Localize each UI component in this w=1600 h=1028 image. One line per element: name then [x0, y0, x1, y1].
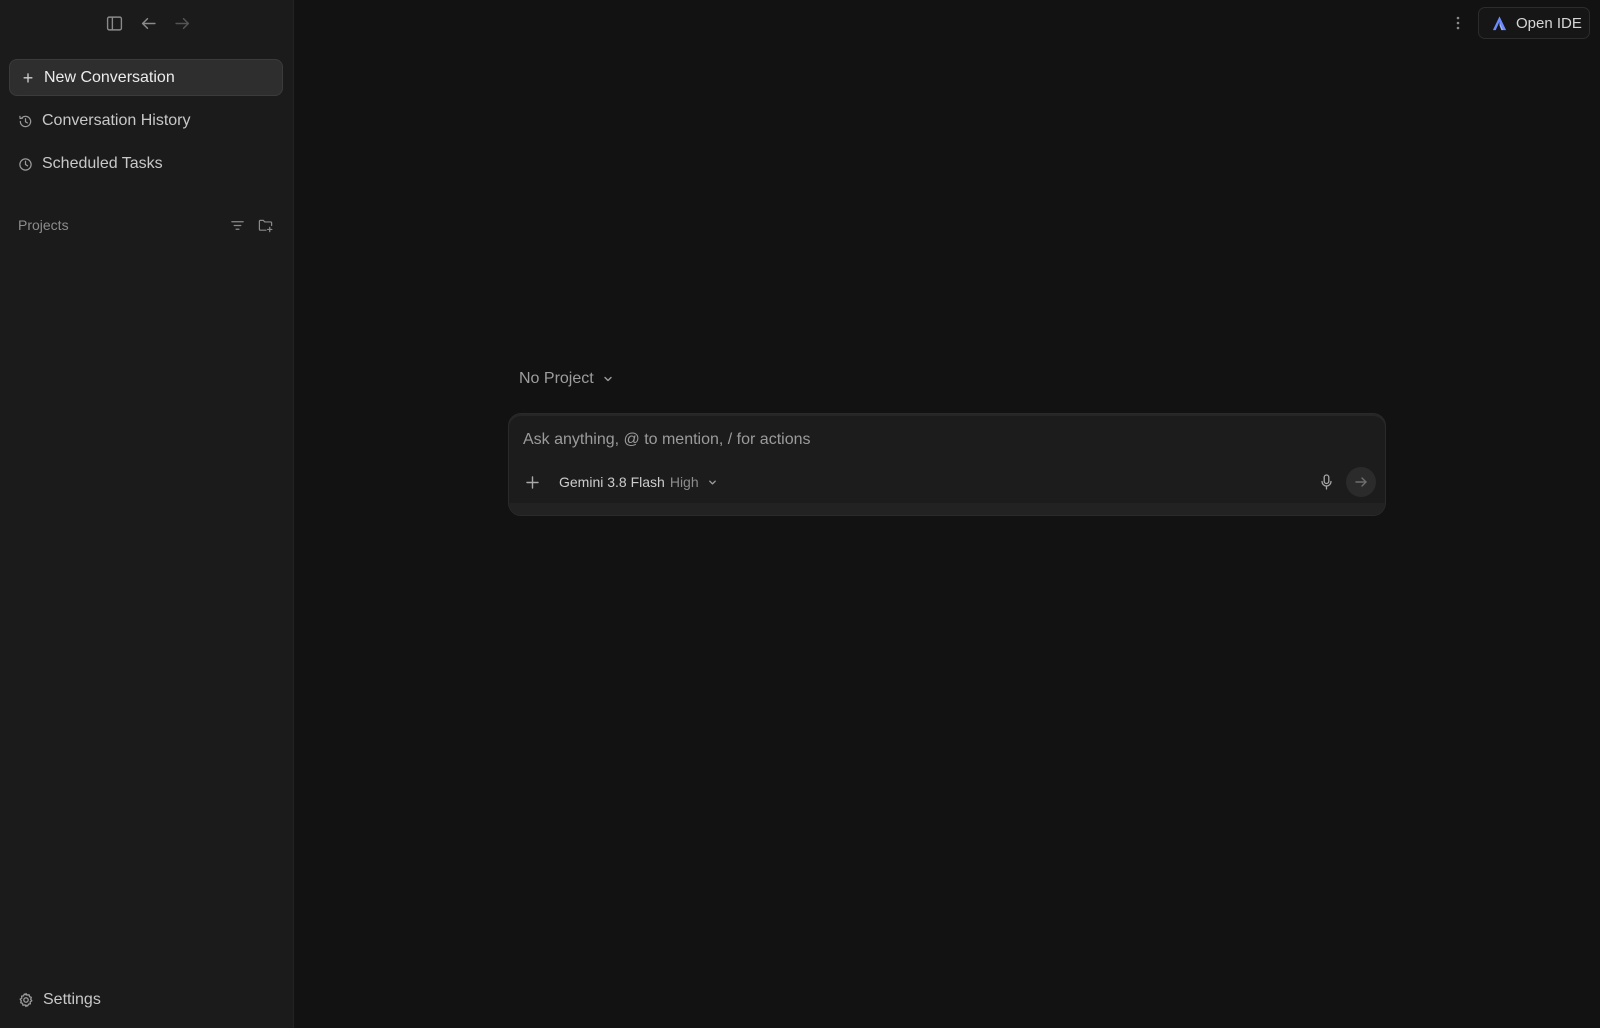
app-logo-icon — [1492, 15, 1507, 30]
sidebar-toolbar — [102, 10, 194, 36]
projects-header: Projects — [18, 215, 274, 235]
new-conversation-label: New Conversation — [44, 68, 175, 86]
back-arrow-icon[interactable] — [136, 11, 160, 35]
add-attachment-icon[interactable] — [524, 474, 540, 490]
composer-footer — [509, 503, 1385, 515]
project-select-label: No Project — [519, 370, 594, 387]
sidebar-item-scheduled-tasks[interactable]: Scheduled Tasks — [18, 151, 163, 177]
microphone-icon[interactable] — [1317, 473, 1335, 491]
send-button[interactable] — [1346, 467, 1376, 497]
sidebar: + New Conversation Conversation History … — [0, 0, 294, 1028]
projects-actions — [228, 216, 274, 234]
open-ide-label: Open IDE — [1516, 14, 1582, 32]
chevron-down-icon — [708, 479, 716, 485]
chevron-down-icon — [604, 376, 612, 382]
composer: Gemini 3.8 Flash High — [508, 413, 1386, 516]
sidebar-item-label: Scheduled Tasks — [42, 155, 163, 172]
projects-title: Projects — [18, 217, 69, 233]
filter-icon[interactable] — [228, 216, 246, 234]
model-effort: High — [669, 474, 699, 490]
toggle-sidebar-icon[interactable] — [102, 11, 126, 35]
gear-icon — [19, 992, 33, 1008]
plus-icon: + — [22, 67, 34, 88]
app-window: + New Conversation Conversation History … — [0, 0, 1600, 1028]
settings-label: Settings — [43, 991, 101, 1008]
sidebar-item-label: Conversation History — [42, 112, 191, 129]
model-selector[interactable]: Gemini 3.8 Flash High — [559, 472, 718, 492]
prompt-input[interactable] — [523, 428, 1363, 452]
sidebar-item-conversation-history[interactable]: Conversation History — [18, 108, 191, 134]
arrow-right-icon — [1355, 477, 1367, 487]
forward-arrow-icon[interactable] — [170, 11, 194, 35]
project-dropdown[interactable]: No Project — [519, 368, 614, 390]
new-conversation-button[interactable]: + New Conversation — [9, 59, 283, 96]
settings-button[interactable]: Settings — [18, 988, 101, 1012]
open-ide-button[interactable]: Open IDE — [1478, 7, 1590, 39]
model-name: Gemini 3.8 Flash — [559, 474, 665, 490]
clock-icon — [19, 157, 32, 171]
new-folder-icon[interactable] — [256, 216, 274, 234]
history-icon — [19, 115, 32, 127]
more-options-icon[interactable] — [1448, 11, 1468, 35]
